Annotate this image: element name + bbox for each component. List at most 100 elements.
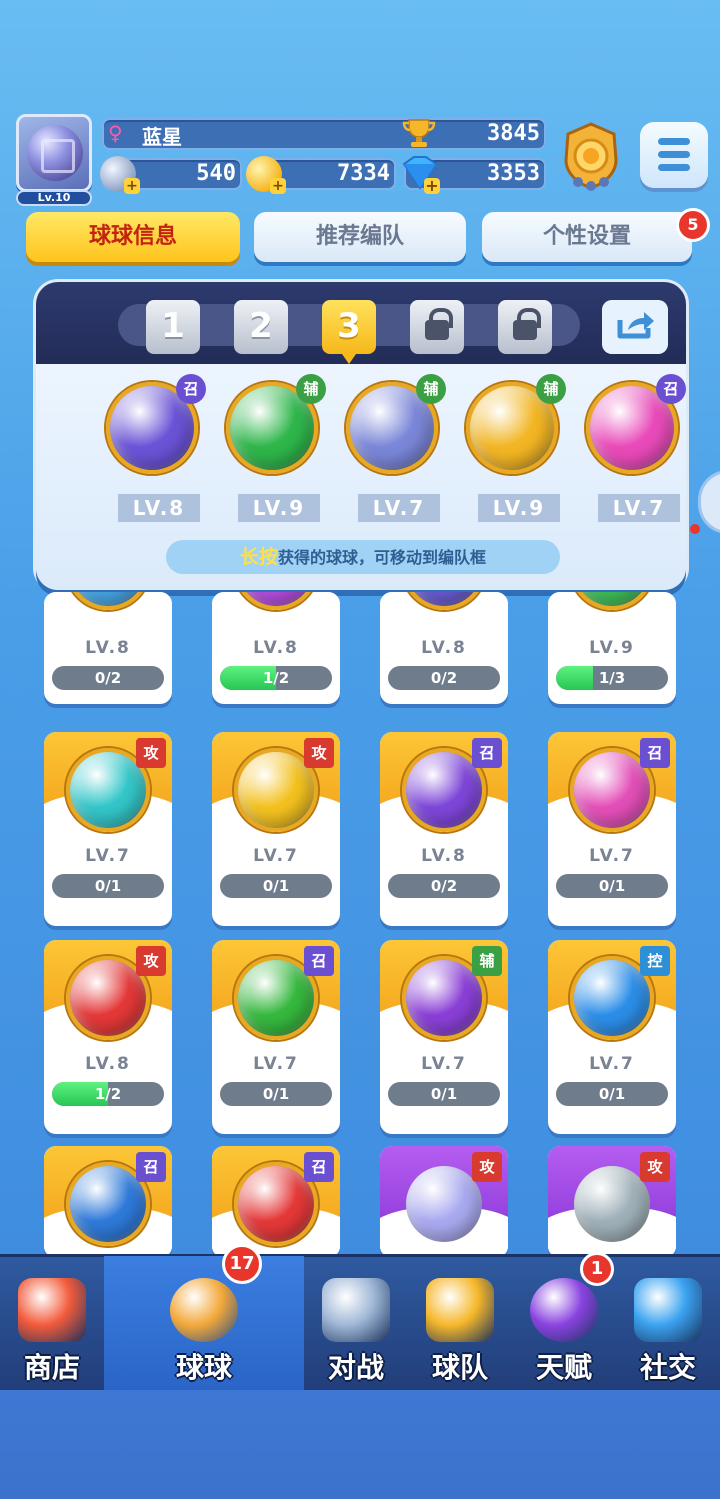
tab-personal-settings[interactable]: 个性设置 bbox=[482, 212, 692, 262]
tab-recommended-team[interactable]: 推荐编队 bbox=[254, 212, 466, 262]
ball-level: LV.7 bbox=[589, 846, 635, 866]
side-drawer-handle[interactable] bbox=[698, 470, 720, 534]
ball-level: LV.7 bbox=[253, 1054, 299, 1074]
diamond-amount: 3353 bbox=[487, 161, 540, 186]
ball-type-tag: 攻 bbox=[136, 738, 166, 768]
ball-type-tag: 召 bbox=[656, 374, 686, 404]
ball-card[interactable]: LV.8 1/2 bbox=[212, 592, 340, 704]
ball-orb bbox=[66, 748, 150, 832]
ball-orb bbox=[234, 1162, 318, 1246]
bottom-safe-area bbox=[0, 1390, 720, 1499]
ball-card[interactable]: 攻 LV.7 0/1 bbox=[212, 732, 340, 926]
settings-notification-badge: 5 bbox=[676, 208, 710, 242]
ball-level: LV.8 bbox=[253, 638, 299, 658]
share-icon[interactable] bbox=[602, 300, 668, 354]
ball-card[interactable]: 召 LV.8 0/2 bbox=[380, 732, 508, 926]
trophy-count: 3845 bbox=[487, 121, 540, 146]
nav-crossed-swords[interactable]: 对战 bbox=[304, 1256, 408, 1392]
nav-balls[interactable]: 球球 17 bbox=[104, 1244, 304, 1392]
progress-text: 0/2 bbox=[430, 669, 458, 687]
team-ball-level: LV.9 bbox=[478, 494, 560, 522]
ball-orb bbox=[402, 956, 486, 1040]
trophy-icon bbox=[402, 119, 436, 147]
ball-level: LV.7 bbox=[253, 846, 299, 866]
ball-level: LV.7 bbox=[85, 846, 131, 866]
team-slot-2[interactable]: 2 bbox=[234, 300, 288, 354]
nav-label: 对战 bbox=[327, 1351, 384, 1384]
ball-type-tag: 召 bbox=[640, 738, 670, 768]
nav-whistle[interactable]: 球队 bbox=[408, 1256, 512, 1392]
ball-orb bbox=[234, 748, 318, 832]
progress-text: 0/1 bbox=[262, 877, 290, 895]
nav-notification-badge: 17 bbox=[222, 1244, 262, 1284]
ball-orb bbox=[66, 1162, 150, 1246]
ball-card[interactable]: 召 LV.7 0/1 bbox=[212, 940, 340, 1134]
ball-orb bbox=[234, 592, 318, 610]
ball-card[interactable]: LV.9 1/3 bbox=[548, 592, 676, 704]
shop-icon bbox=[18, 1278, 86, 1342]
ball-card[interactable]: 辅 LV.7 0/1 bbox=[380, 940, 508, 1134]
tab-ball-info[interactable]: 球球信息 bbox=[26, 212, 240, 262]
ball-type-tag: 攻 bbox=[472, 1152, 502, 1182]
ball-level: LV.9 bbox=[589, 638, 635, 658]
upgrade-progress: 0/1 bbox=[556, 874, 668, 898]
crossed-swords-icon bbox=[322, 1278, 390, 1342]
ball-level: LV.8 bbox=[421, 638, 467, 658]
ball-orb bbox=[66, 956, 150, 1040]
team-slot-locked-5[interactable] bbox=[498, 300, 552, 354]
female-gender-icon: ♀ bbox=[108, 121, 123, 145]
ball-orb bbox=[234, 956, 318, 1040]
diamond-icon[interactable]: + bbox=[398, 154, 440, 194]
lock-icon bbox=[425, 308, 453, 340]
nav-chat-heart[interactable]: 社交 bbox=[616, 1256, 720, 1392]
team-slot-1[interactable]: 1 bbox=[146, 300, 200, 354]
ball-card[interactable]: 攻 LV.8 1/2 bbox=[44, 940, 172, 1134]
silver-coin-icon[interactable]: + bbox=[100, 156, 140, 194]
team-ball-level: LV.8 bbox=[118, 494, 200, 522]
ball-card[interactable]: 召 bbox=[212, 1146, 340, 1258]
ball-orb bbox=[402, 748, 486, 832]
team-ball-level: LV.9 bbox=[238, 494, 320, 522]
upgrade-progress: 0/1 bbox=[556, 1082, 668, 1106]
planet-icon bbox=[530, 1278, 598, 1342]
ball-card[interactable]: 攻 bbox=[380, 1146, 508, 1258]
ball-level: LV.8 bbox=[421, 846, 467, 866]
team-slot-3[interactable]: 3 bbox=[322, 300, 376, 364]
ball-type-tag: 辅 bbox=[416, 374, 446, 404]
ball-level: LV.7 bbox=[589, 1054, 635, 1074]
ball-card[interactable]: 控 LV.7 0/1 bbox=[548, 940, 676, 1134]
progress-text: 1/2 bbox=[262, 669, 290, 687]
gold-coin-icon[interactable]: + bbox=[246, 156, 286, 194]
ball-type-tag: 召 bbox=[136, 1152, 166, 1182]
ball-card[interactable]: LV.8 0/2 bbox=[380, 592, 508, 704]
progress-text: 1/2 bbox=[94, 1085, 122, 1103]
nav-label: 天赋 bbox=[535, 1351, 592, 1384]
team-ball-level: LV.7 bbox=[598, 494, 680, 522]
ball-card[interactable]: LV.8 0/2 bbox=[44, 592, 172, 704]
ball-type-tag: 攻 bbox=[640, 1152, 670, 1182]
nav-shop[interactable]: 商店 bbox=[0, 1256, 104, 1392]
upgrade-progress: 0/1 bbox=[388, 1082, 500, 1106]
chat-heart-icon bbox=[634, 1278, 702, 1342]
ball-card[interactable]: 召 LV.7 0/1 bbox=[548, 732, 676, 926]
nav-label: 社交 bbox=[639, 1351, 696, 1384]
ball-card[interactable]: 攻 bbox=[548, 1146, 676, 1258]
team-ball-level: LV.7 bbox=[358, 494, 440, 522]
player-avatar[interactable] bbox=[16, 114, 92, 192]
team-slot-locked-4[interactable] bbox=[410, 300, 464, 354]
ball-card[interactable]: 召 bbox=[44, 1146, 172, 1258]
silver-amount: 540 bbox=[196, 161, 236, 186]
ball-type-tag: 辅 bbox=[296, 374, 326, 404]
nav-notification-badge: 1 bbox=[580, 1252, 614, 1286]
ball-type-tag: 召 bbox=[472, 738, 502, 768]
ball-card[interactable]: 攻 LV.7 0/1 bbox=[44, 732, 172, 926]
rank-badge-icon[interactable] bbox=[558, 120, 624, 192]
progress-text: 0/2 bbox=[430, 877, 458, 895]
menu-button[interactable] bbox=[640, 122, 708, 188]
ball-level: LV.7 bbox=[421, 1054, 467, 1074]
balls-icon bbox=[170, 1278, 238, 1342]
ball-type-tag: 召 bbox=[304, 1152, 334, 1182]
team-panel: 1 2 3 召 LV.8 辅 LV.9 辅 LV.7 辅 LV.9 召 LV.7 长按获得的球球，… bbox=[36, 282, 686, 590]
nav-planet[interactable]: 天赋 1 bbox=[512, 1252, 616, 1392]
ball-type-tag: 召 bbox=[176, 374, 206, 404]
